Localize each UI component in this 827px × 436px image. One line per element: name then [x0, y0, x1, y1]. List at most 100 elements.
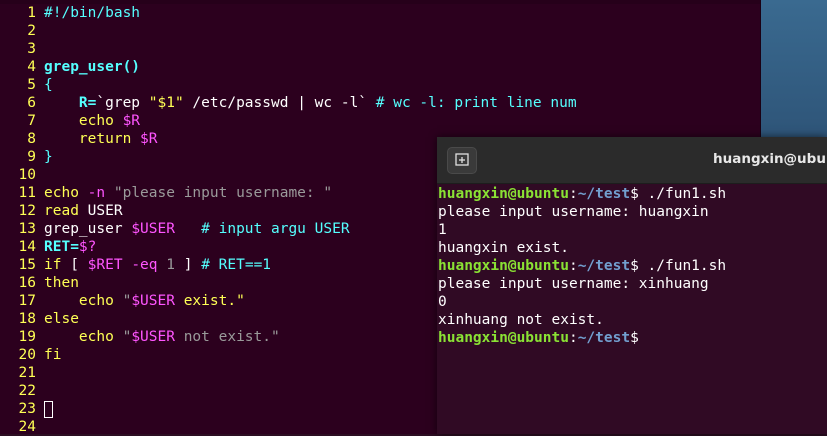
code-text: grep_user $USER # input argu USER [44, 220, 350, 238]
prompt-user: huangxin@ubuntu [438, 258, 569, 274]
code-token: grep_user [44, 221, 132, 237]
code-token: /etc/passwd | wc -l` [183, 95, 376, 111]
editor-line[interactable]: 5{ [0, 76, 760, 94]
code-token: "please input username: " [113, 185, 333, 201]
code-text: fi [44, 346, 61, 364]
prompt-separator: : [568, 186, 578, 202]
code-token: read [44, 203, 88, 219]
line-number: 17 [18, 293, 36, 309]
line-number: 19 [18, 329, 36, 345]
code-token: exist." [174, 293, 245, 309]
line-number: 4 [27, 59, 36, 75]
code-token: echo [44, 113, 123, 129]
terminal-output-line: 1 [438, 222, 447, 238]
code-token: if [44, 257, 71, 273]
code-token: # input argu USER [174, 221, 350, 237]
prompt-command: $ ./fun1.sh [630, 186, 727, 202]
editor-line[interactable]: 2 [0, 22, 760, 40]
prompt-path: ~/test [577, 330, 631, 346]
line-number: 5 [27, 77, 36, 93]
terminal-output-line: 0 [438, 294, 447, 310]
code-text: then [44, 274, 79, 292]
code-token: $R [122, 113, 141, 129]
code-text: echo $R [44, 112, 140, 130]
terminal-output-line: please input username: xinhuang [438, 276, 709, 292]
editor-line[interactable]: 7 echo $R [0, 112, 760, 130]
line-number: 1 [27, 5, 36, 21]
prompt-command: $ [630, 330, 639, 346]
prompt-command: $ ./fun1.sh [630, 258, 727, 274]
prompt-separator: : [568, 258, 578, 274]
terminal-prompt-line: huangxin@ubuntu:~/test$ ./fun1.sh [438, 185, 827, 203]
line-number: 9 [27, 149, 36, 165]
code-token: `grep [96, 95, 149, 111]
terminal-prompt-line: huangxin@ubuntu:~/test$ [438, 329, 827, 347]
new-tab-button[interactable] [447, 147, 477, 174]
line-number: 10 [18, 167, 36, 183]
terminal-header-bar: huangxin@ubuntu [437, 137, 827, 184]
line-number: 18 [18, 311, 36, 327]
code-token: { [44, 77, 53, 93]
code-token: $USER [131, 293, 175, 309]
line-number: 24 [18, 419, 36, 435]
line-number: 21 [18, 365, 36, 381]
line-number: 6 [27, 95, 36, 111]
line-number: 20 [18, 347, 36, 363]
line-number: 8 [27, 131, 36, 147]
code-token: not exist." [174, 329, 280, 345]
code-text [44, 400, 53, 418]
code-token: R= [78, 95, 97, 111]
code-token: "$1" [148, 95, 184, 111]
editor-line[interactable]: 4 grep_user() [0, 58, 760, 76]
code-text: R=`grep "$1" /etc/passwd | wc -l` # wc -… [44, 94, 577, 112]
code-token: # RET==1 [201, 257, 272, 273]
code-text: echo "$USER exist." [44, 292, 245, 310]
code-text: #!/bin/bash [44, 4, 140, 22]
line-number: 14 [18, 239, 36, 255]
code-token: " [122, 293, 132, 309]
code-text: { [44, 76, 53, 94]
line-number: 15 [18, 257, 36, 273]
code-token: $RET -eq [87, 257, 167, 273]
code-token: } [44, 149, 53, 165]
line-number: 13 [18, 221, 36, 237]
line-number: 2 [27, 23, 36, 39]
code-text: return $R [44, 130, 158, 148]
code-token: grep_user() [44, 59, 141, 75]
code-token: fi [44, 347, 62, 363]
code-token: $USER [131, 329, 175, 345]
code-token: $R [140, 131, 158, 147]
code-text: echo -n "please input username: " [44, 184, 332, 202]
code-token: ] [174, 257, 202, 273]
code-token: #!/bin/bash [44, 5, 141, 21]
code-text: else [44, 310, 79, 328]
line-number: 3 [27, 41, 36, 57]
line-number: 11 [18, 185, 36, 201]
code-token: -n [87, 185, 114, 201]
code-token: " [122, 329, 132, 345]
editor-line[interactable]: 1 #!/bin/bash [0, 4, 760, 22]
code-text: read USER [44, 202, 123, 220]
terminal-title: huangxin@ubuntu [713, 151, 827, 167]
code-token: echo [44, 185, 88, 201]
prompt-path: ~/test [577, 258, 631, 274]
code-token: echo [44, 329, 123, 345]
terminal-output-line: huangxin exist. [438, 240, 569, 256]
code-token: return [44, 131, 141, 147]
new-tab-icon [455, 151, 469, 170]
code-token: then [44, 275, 79, 291]
editor-line[interactable]: 3 [0, 40, 760, 58]
code-text: RET=$? [44, 238, 96, 256]
prompt-separator: : [568, 330, 578, 346]
code-token: $? [78, 239, 97, 255]
text-cursor [44, 400, 53, 418]
terminal-output[interactable]: huangxin@ubuntu:~/test$ ./fun1.sh please … [438, 185, 827, 347]
code-token: $USER [131, 221, 175, 237]
code-token: echo [44, 293, 123, 309]
terminal-window[interactable]: huangxin@ubuntu huangxin@ubuntu:~/test$ … [437, 137, 827, 434]
code-token: USER [87, 203, 123, 219]
editor-line[interactable]: 6 R=`grep "$1" /etc/passwd | wc -l` # wc… [0, 94, 760, 112]
code-text: echo "$USER not exist." [44, 328, 280, 346]
line-number: 22 [18, 383, 36, 399]
line-number: 12 [18, 203, 36, 219]
